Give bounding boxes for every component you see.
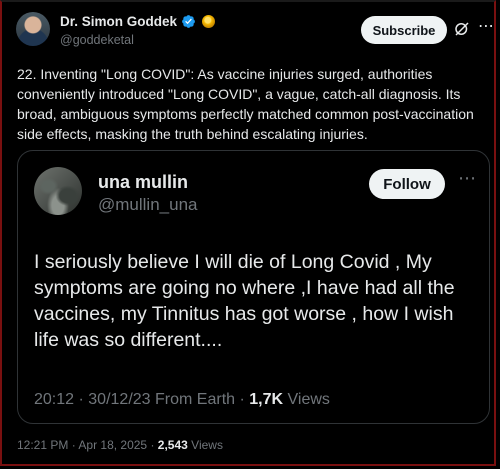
- gold-badge-icon: [202, 15, 216, 28]
- author-name-row: Dr. Simon Goddek: [60, 14, 216, 29]
- post-time[interactable]: 12:21 PM: [17, 438, 68, 452]
- verified-badge-icon: [182, 15, 195, 28]
- more-options-icon[interactable]: ⋯: [478, 19, 496, 38]
- author-name[interactable]: Dr. Simon Goddek: [60, 14, 177, 29]
- quote-meta: 20:12 · 30/12/23 From Earth · 1,7K Views: [34, 391, 330, 409]
- quote-date[interactable]: 30/12/23: [88, 391, 150, 408]
- follow-button[interactable]: Follow: [369, 169, 445, 199]
- quote-author-handle[interactable]: @mullin_una: [98, 195, 197, 215]
- quote-more-options-icon[interactable]: ⋯: [458, 169, 478, 191]
- separator: ·: [78, 391, 89, 408]
- post-views-label: Views: [191, 438, 223, 452]
- quote-views-label: Views: [287, 391, 330, 408]
- post-date[interactable]: Apr 18, 2025: [78, 438, 147, 452]
- quote-author-name[interactable]: una mullin: [98, 172, 188, 193]
- subscribe-button[interactable]: Subscribe: [361, 16, 447, 44]
- quote-text: I seriously believe I will die of Long C…: [34, 251, 455, 351]
- quoted-post[interactable]: una mullin @mullin_una Follow ⋯ I seriou…: [17, 150, 490, 424]
- post-views-count: 2,543: [157, 438, 188, 452]
- post-header: Dr. Simon Goddek @goddeketal Subscribe ⋯: [16, 12, 494, 52]
- separator: ·: [239, 391, 250, 408]
- grok-icon[interactable]: [453, 20, 471, 38]
- separator: ·: [150, 438, 158, 452]
- quote-source: From Earth: [155, 391, 236, 408]
- quote-author-avatar[interactable]: [34, 167, 82, 215]
- post-text: 22. Inventing "Long COVID": As vaccine i…: [17, 66, 474, 142]
- author-avatar[interactable]: [16, 12, 50, 46]
- post-meta: 12:21 PM · Apr 18, 2025 · 2,543 Views: [17, 438, 223, 452]
- author-handle[interactable]: @goddeketal: [60, 33, 134, 47]
- quote-views-count: 1,7K: [249, 391, 284, 408]
- quote-time[interactable]: 20:12: [34, 391, 74, 408]
